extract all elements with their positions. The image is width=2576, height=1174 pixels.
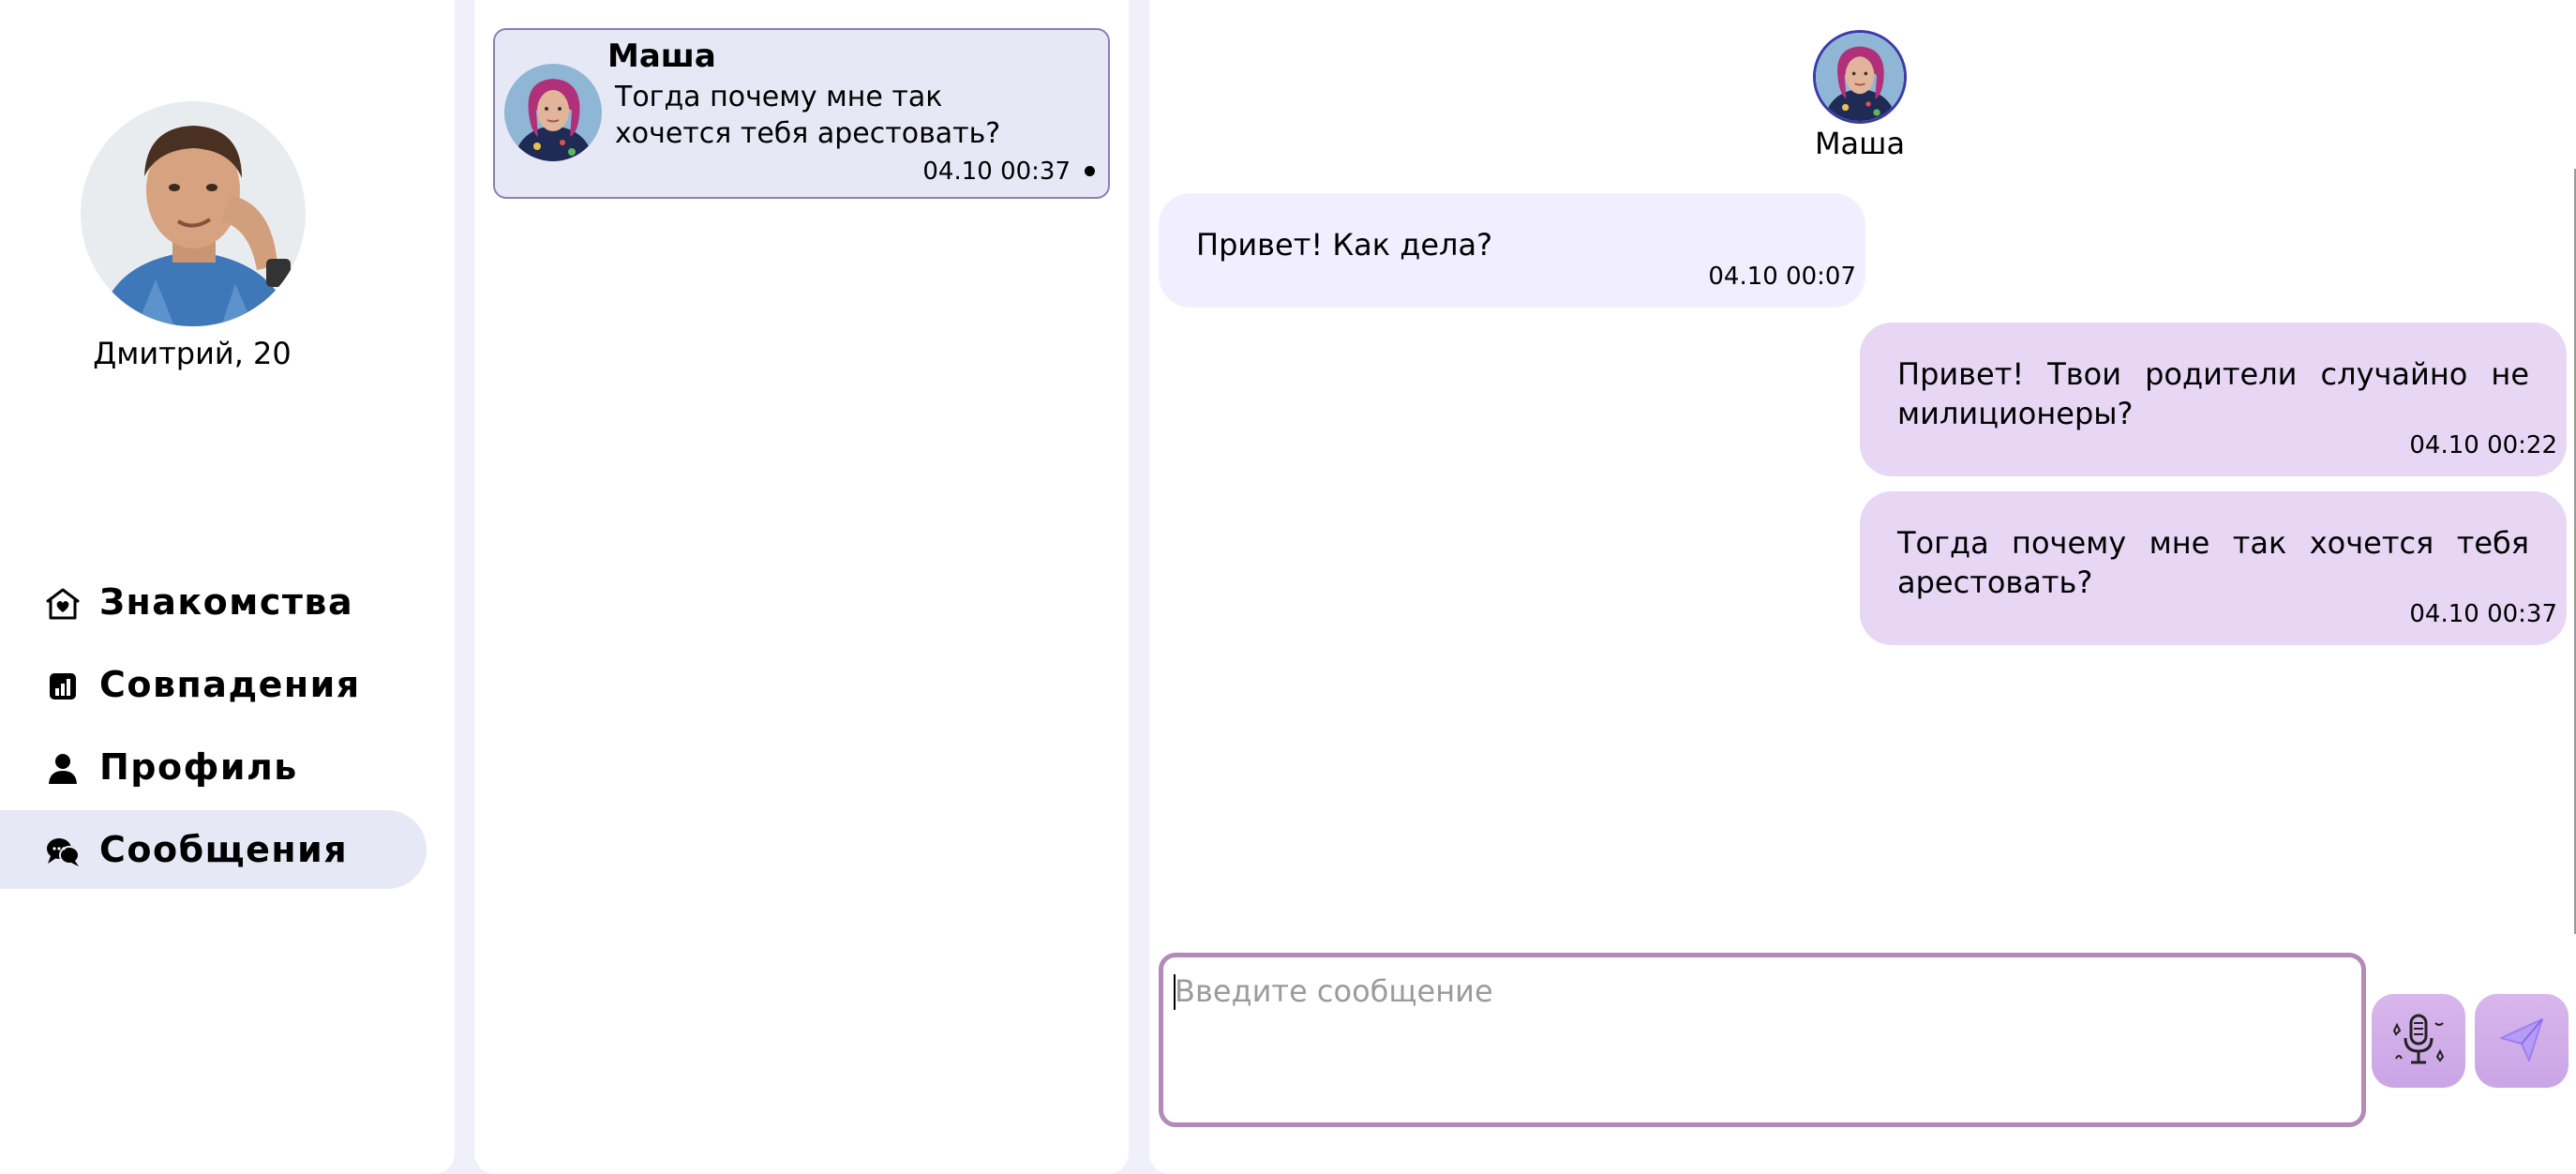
nav-item-znakomstva[interactable]: Знакомства <box>0 563 427 641</box>
text-cursor <box>1174 974 1176 1010</box>
chat-panel: Маша Привет! Как дела? 04.10 00:07 Приве… <box>1149 0 2576 1174</box>
send-button[interactable] <box>2475 994 2569 1088</box>
message-time: 04.10 00:37 <box>2409 600 2557 628</box>
message-time: 04.10 00:22 <box>2409 431 2557 459</box>
nav-label: Сообщения <box>99 829 349 870</box>
chat-bubbles-icon <box>45 835 81 866</box>
chat-list-item[interactable]: Маша Тогда почему мне так хочется тебя а… <box>493 28 1110 199</box>
last-message-preview: Тогда почему мне так хочется тебя аресто… <box>615 81 1001 150</box>
nav-item-soobshcheniya[interactable]: Сообщения <box>0 810 427 889</box>
chart-icon <box>45 670 81 701</box>
nav-item-sovpadeniya[interactable]: Совпадения <box>0 645 427 724</box>
nav-label: Совпадения <box>99 664 361 705</box>
chat-contact-avatar[interactable] <box>1813 30 1907 124</box>
message-outgoing: Тогда почему мне так хочется тебя аресто… <box>1860 491 2567 645</box>
message-input-box[interactable] <box>1159 953 2366 1127</box>
contact-name: Маша <box>607 38 716 75</box>
voice-message-button[interactable] <box>2372 994 2465 1088</box>
sidebar: Дмитрий, 20 Знакомства Совпадения Профил… <box>0 0 455 1174</box>
message-text: Привет! Твои родители случайно не милици… <box>1897 356 2529 431</box>
microphone-icon <box>2389 1010 2449 1073</box>
send-icon <box>2494 1012 2550 1071</box>
message-outgoing: Привет! Твои родители случайно не милици… <box>1860 323 2567 476</box>
contact-avatar <box>504 64 602 161</box>
message-incoming: Привет! Как дела? 04.10 00:07 <box>1159 193 1865 308</box>
chat-list: Маша Тогда почему мне так хочется тебя а… <box>474 0 1129 1174</box>
profile-name: Дмитрий, 20 <box>93 336 292 371</box>
person-icon <box>45 752 81 784</box>
profile-avatar[interactable] <box>81 101 306 326</box>
unread-indicator <box>1085 166 1095 176</box>
nav-item-profil[interactable]: Профиль <box>0 728 427 806</box>
home-heart-icon <box>45 587 81 620</box>
message-time: 04.10 00:07 <box>1708 263 1856 291</box>
last-message-time: 04.10 00:37 <box>922 158 1071 186</box>
nav-label: Профиль <box>99 746 298 788</box>
message-input[interactable] <box>1173 969 2339 1014</box>
nav-label: Знакомства <box>99 581 354 623</box>
chat-contact-name: Маша <box>1814 126 1906 161</box>
message-text: Тогда почему мне так хочется тебя аресто… <box>1897 525 2529 600</box>
